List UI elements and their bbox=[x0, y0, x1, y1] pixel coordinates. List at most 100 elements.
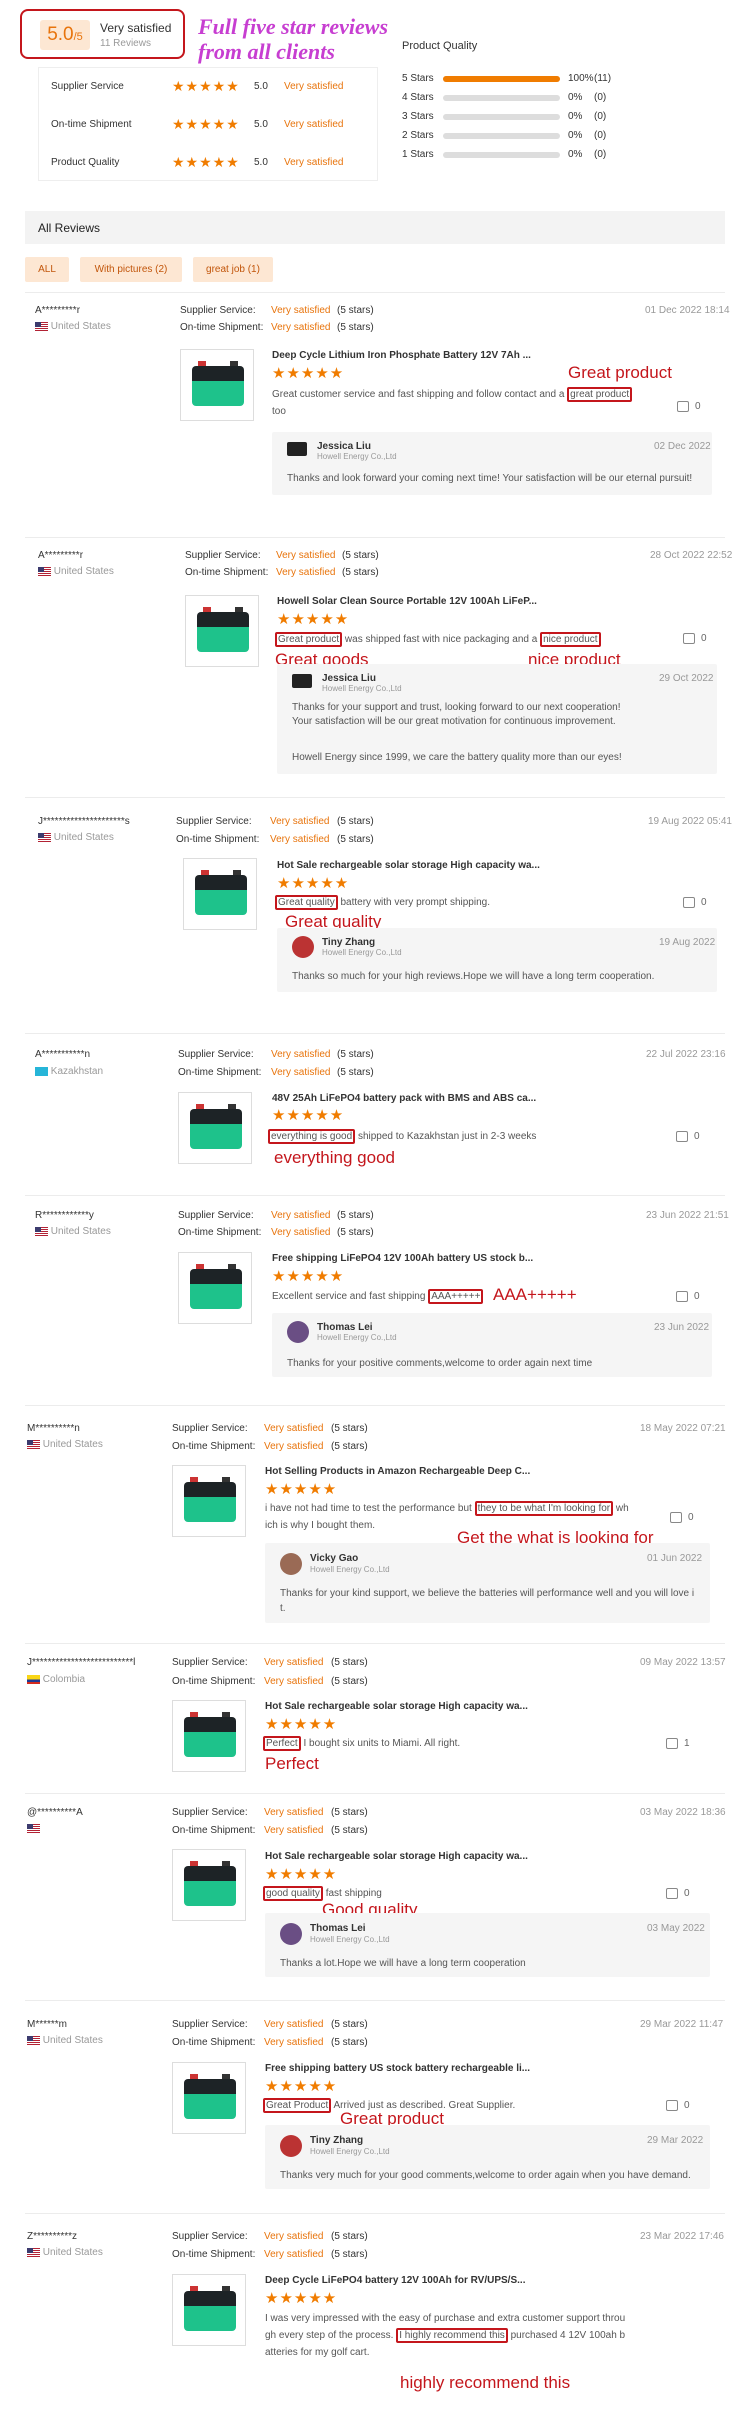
product-title[interactable]: Free shipping battery US stock battery r… bbox=[265, 2063, 530, 2074]
rating-stars: ★★★★★ bbox=[172, 154, 240, 170]
review-date: 22 Jul 2022 23:16 bbox=[646, 1049, 726, 1060]
thumbs-up-icon bbox=[683, 633, 695, 644]
supplier-service-value: Very satisfied bbox=[264, 1657, 324, 1668]
review-text-c: too bbox=[272, 406, 286, 417]
reviewer-country: United States bbox=[35, 1226, 111, 1237]
flag-icon bbox=[27, 1674, 40, 1684]
satisfaction-label: Very satisfied bbox=[100, 21, 172, 35]
seller-reply: Tiny Zhang Howell Energy Co.,Ltd 19 Aug … bbox=[277, 928, 717, 992]
thumbs-up-icon bbox=[677, 401, 689, 412]
flag-icon bbox=[27, 1439, 40, 1449]
like-button[interactable]: 0 bbox=[666, 2100, 690, 2111]
reviewer-country: United States bbox=[27, 1439, 103, 1450]
supplier-service-label: Supplier Service: bbox=[172, 2231, 248, 2242]
review-date: 23 Jun 2022 21:51 bbox=[646, 1210, 729, 1221]
rating-stars: ★★★★★ bbox=[172, 116, 240, 132]
product-thumbnail[interactable] bbox=[183, 858, 257, 930]
product-title[interactable]: 48V 25Ah LiFePO4 battery pack with BMS a… bbox=[272, 1093, 536, 1104]
ontime-stars-label: (5 stars) bbox=[337, 1227, 374, 1238]
supplier-stars-label: (5 stars) bbox=[331, 1657, 368, 1668]
reply-name: Vicky Gao bbox=[310, 1553, 359, 1564]
like-button[interactable]: 0 bbox=[683, 633, 707, 644]
divider bbox=[25, 2000, 725, 2001]
product-thumbnail[interactable] bbox=[172, 1700, 246, 1772]
product-thumbnail[interactable] bbox=[172, 1849, 246, 1921]
ontime-label: On-time Shipment: bbox=[178, 1067, 262, 1078]
product-thumbnail[interactable] bbox=[185, 595, 259, 667]
seller-reply: Jessica Liu Howell Energy Co.,Ltd 29 Oct… bbox=[277, 664, 717, 774]
flag-icon bbox=[38, 566, 51, 576]
reviewer-name: @**********A bbox=[27, 1807, 83, 1818]
review-text: Great Product Arrived just as described.… bbox=[263, 2097, 643, 2114]
product-thumbnail[interactable] bbox=[178, 1252, 252, 1324]
ontime-stars-label: (5 stars) bbox=[337, 1067, 374, 1078]
reply-text: Thanks for your support and trust, looki… bbox=[292, 702, 621, 713]
score-suffix: /5 bbox=[73, 31, 83, 43]
flag-icon bbox=[27, 1823, 40, 1833]
country-name: United States bbox=[53, 566, 114, 577]
battery-image bbox=[184, 2074, 236, 2119]
review-date: 09 May 2022 13:57 bbox=[640, 1657, 726, 1668]
product-thumbnail[interactable] bbox=[180, 349, 254, 421]
rating-label: On-time Shipment bbox=[51, 119, 132, 130]
ontime-stars-label: (5 stars) bbox=[337, 834, 374, 845]
supplier-stars-label: (5 stars) bbox=[331, 2231, 368, 2242]
like-button[interactable]: 0 bbox=[666, 1888, 690, 1899]
quality-bar-4 bbox=[443, 95, 560, 101]
like-count: 0 bbox=[701, 633, 707, 645]
product-thumbnail[interactable] bbox=[178, 1092, 252, 1164]
like-button[interactable]: 0 bbox=[676, 1131, 700, 1142]
country-name: United States bbox=[42, 1439, 103, 1450]
reply-company: Howell Energy Co.,Ltd bbox=[310, 1565, 390, 1574]
product-title[interactable]: Deep Cycle LiFePO4 battery 12V 100Ah for… bbox=[265, 2275, 525, 2286]
product-title[interactable]: Deep Cycle Lithium Iron Phosphate Batter… bbox=[272, 350, 531, 361]
ontime-label: On-time Shipment: bbox=[172, 2249, 256, 2260]
supplier-service-value: Very satisfied bbox=[264, 2019, 324, 2030]
review-stars: ★★★★★ bbox=[265, 1866, 338, 1883]
supplier-service-label: Supplier Service: bbox=[180, 305, 256, 316]
thumbs-up-icon bbox=[670, 1512, 682, 1523]
product-title[interactable]: Hot Sale rechargeable solar storage High… bbox=[265, 1851, 528, 1862]
review-highlight: Great Product bbox=[263, 2098, 332, 2113]
like-button[interactable]: 1 bbox=[666, 1738, 690, 1749]
reply-date: 19 Aug 2022 bbox=[659, 937, 716, 948]
supplier-stars-label: (5 stars) bbox=[337, 1210, 374, 1221]
product-title[interactable]: Hot Sale rechargeable solar storage High… bbox=[277, 860, 540, 871]
product-title[interactable]: Free shipping LiFePO4 12V 100Ah battery … bbox=[272, 1253, 533, 1264]
product-thumbnail[interactable] bbox=[172, 2062, 246, 2134]
seller-reply: Thomas Lei Howell Energy Co.,Ltd 03 May … bbox=[265, 1913, 710, 1977]
filter-all[interactable]: ALL bbox=[25, 257, 69, 282]
review-date: 18 May 2022 07:21 bbox=[640, 1423, 726, 1434]
like-button[interactable]: 0 bbox=[683, 897, 707, 908]
rating-label: Product Quality bbox=[51, 157, 120, 168]
battery-image bbox=[197, 607, 249, 652]
battery-image bbox=[195, 870, 247, 915]
review-date: 28 Oct 2022 22:52 bbox=[650, 550, 733, 561]
product-thumbnail[interactable] bbox=[172, 2274, 246, 2346]
product-title[interactable]: Hot Selling Products in Amazon Rechargea… bbox=[265, 1466, 530, 1477]
quality-bar-3 bbox=[443, 114, 560, 120]
review-text-b: purchased 4 12V 100ah b bbox=[507, 2330, 626, 2341]
like-count: 0 bbox=[701, 897, 707, 909]
filter-great-job[interactable]: great job (1) bbox=[193, 257, 273, 282]
product-title[interactable]: Howell Solar Clean Source Portable 12V 1… bbox=[277, 596, 537, 607]
like-count: 0 bbox=[688, 1512, 694, 1524]
review-text: good quality fast shipping bbox=[263, 1885, 643, 1902]
review-text-b: was shipped fast with nice packaging and… bbox=[342, 634, 541, 645]
flag-icon bbox=[35, 1066, 48, 1076]
review-stars: ★★★★★ bbox=[272, 1107, 345, 1124]
review-text-a: i have not had time to test the performa… bbox=[265, 1503, 475, 1514]
ontime-stars-label: (5 stars) bbox=[331, 1676, 368, 1687]
rating-row-shipment: On-time Shipment ★★★★★ 5.0 Very satisfie… bbox=[39, 106, 377, 144]
review-highlight: Perfect bbox=[263, 1736, 301, 1751]
like-button[interactable]: 0 bbox=[670, 1512, 694, 1523]
review-text: Great customer service and fast shipping… bbox=[272, 386, 642, 420]
like-button[interactable]: 0 bbox=[677, 401, 701, 412]
like-button[interactable]: 0 bbox=[676, 1291, 700, 1302]
product-title[interactable]: Hot Sale rechargeable solar storage High… bbox=[265, 1701, 528, 1712]
ontime-stars-label: (5 stars) bbox=[337, 322, 374, 333]
filter-with-pictures[interactable]: With pictures (2) bbox=[80, 257, 182, 282]
supplier-service-value: Very satisfied bbox=[271, 1210, 331, 1221]
product-thumbnail[interactable] bbox=[172, 1465, 246, 1537]
flag-icon bbox=[35, 1226, 48, 1236]
